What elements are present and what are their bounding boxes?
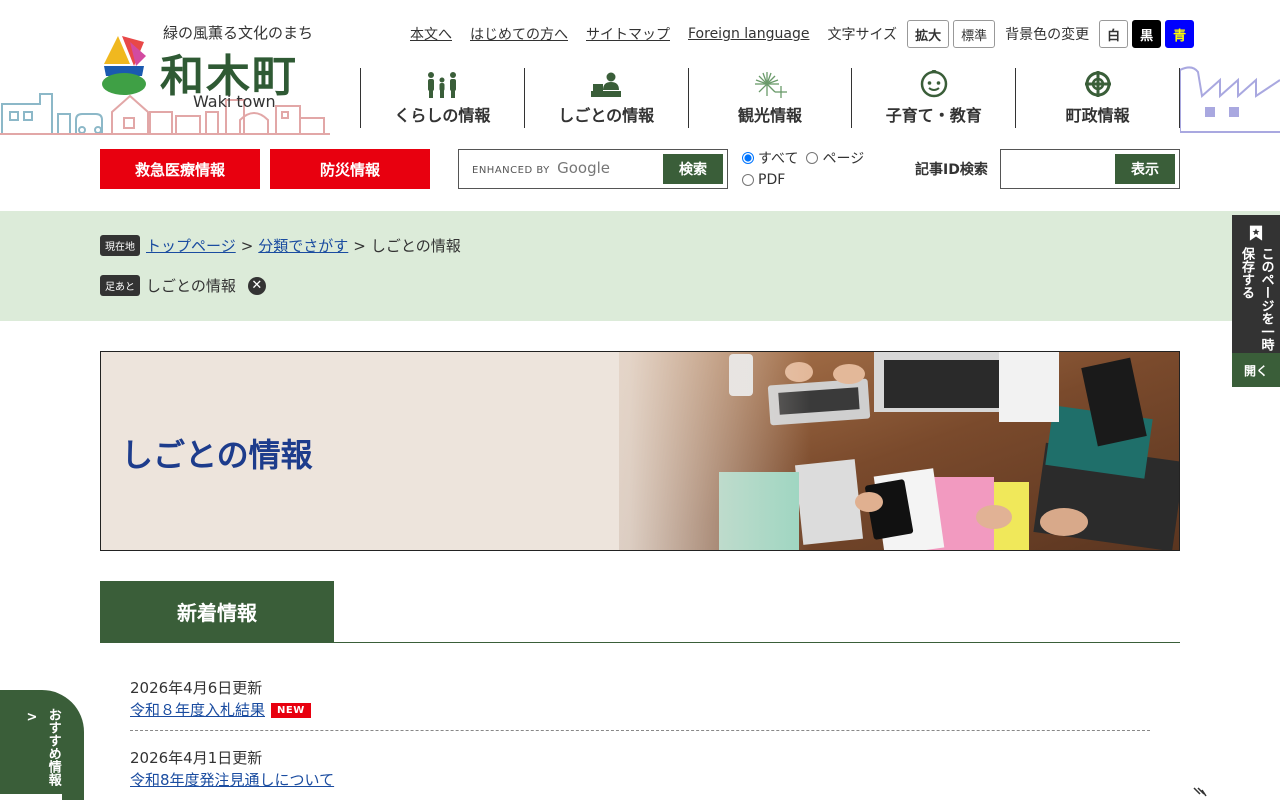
bookmark-panel-tab[interactable]: このページを一時保存する 開く [1232,215,1280,387]
breadcrumb-category-link[interactable]: 分類でさがす [258,235,348,256]
history-item[interactable]: しごとの情報 [146,275,236,296]
bookmark-tab-body: このページを一時保存する [1232,215,1280,353]
first-visit-link[interactable]: はじめての方へ [470,24,568,44]
news-date: 2026年4月6日更新 [130,679,263,697]
article-id-button[interactable]: 表示 [1115,154,1175,184]
news-link[interactable]: 令和８年度入札結果 [130,701,265,719]
utility-bar: 本文へ はじめての方へ サイトマップ Foreign language 文字サイ… [410,20,1198,48]
current-location-tag: 現在地 [100,235,140,256]
history-tag: 足あと [100,275,140,296]
breadcrumb-top-link[interactable]: トップページ [146,235,236,256]
hero-fade [481,352,811,550]
scope-all-radio[interactable] [742,152,754,164]
gnav-living[interactable]: くらしの情報 [360,68,524,128]
close-icon[interactable]: ✕ [247,276,266,295]
chevron-right-icon: > [26,710,38,725]
page-hero: しごとの情報 [100,351,1180,551]
scope-pdf-option[interactable]: PDF [742,172,785,188]
fireworks-icon [754,72,787,98]
bookmark-icon [1249,225,1263,241]
global-nav: くらしの情報 しごとの情報 観光情報 子育て・教育 町政情報 [360,68,1180,128]
disaster-info-button[interactable]: 防災情報 [270,149,430,189]
cursor-icon [1193,787,1207,797]
gnav-tourism-label: 観光情報 [737,106,802,125]
bg-color-label: 背景色の変更 [1005,27,1090,43]
sitemap-link[interactable]: サイトマップ [586,24,670,44]
worker-desk-icon [591,72,622,97]
search-scope: すべて ページ PDF [742,147,872,191]
bg-white-button[interactable]: 白 [1099,20,1129,48]
gnav-childcare[interactable]: 子育て・教育 [851,68,1015,128]
scope-page-radio[interactable] [806,152,819,164]
skip-to-content-link[interactable]: 本文へ [410,24,452,44]
article-id-search: 表示 [1000,149,1180,189]
list-item: 2026年4月1日更新 令和8年度発注見通しについて [130,731,1150,800]
font-size-label: 文字サイズ [827,27,898,43]
emergency-medical-button[interactable]: 救急医療情報 [100,149,260,189]
gnav-work-label: しごとの情報 [558,106,655,125]
font-enlarge-button[interactable]: 拡大 [907,20,950,48]
gnav-government[interactable]: 町政情報 [1015,68,1180,128]
factory-skyline-illustration [1180,66,1280,133]
article-id-label: 記事ID検索 [915,162,988,178]
article-id-input[interactable] [1007,158,1107,180]
site-search: ENHANCED BY Google 検索 [458,149,728,189]
breadcrumb: 現在地 トップページ > 分類でさがす > しごとの情報 [100,235,461,256]
town-emblem-logo [102,36,146,95]
history-trail: 足あと しごとの情報 ✕ [100,275,266,296]
site-name-en: Waki town [193,92,276,111]
bookmark-text: このページを一時保存する [1239,247,1274,352]
breadcrumb-current: しごとの情報 [370,237,461,255]
recommend-tab[interactable]: おすすめ情報 > [0,690,84,800]
news-date: 2026年4月1日更新 [130,749,263,767]
scope-all-option[interactable]: すべて [742,148,798,168]
breadcrumb-separator: > [240,236,254,255]
family-icon [428,72,457,98]
breadcrumb-separator: > [353,236,366,255]
foreign-language-link[interactable]: Foreign language [688,26,809,42]
news-heading: 新着情報 [100,581,334,642]
child-face-icon [920,70,948,98]
new-badge: NEW [271,703,311,718]
gnav-work[interactable]: しごとの情報 [523,68,688,128]
gnav-government-label: 町政情報 [1065,106,1130,125]
list-item: 2026年4月6日更新 令和８年度入札結果 NEW [130,643,1150,731]
scope-page-option[interactable]: ページ [806,148,864,168]
news-section: 新着情報 2026年4月6日更新 令和８年度入札結果 NEW 2026年4月1日更… [100,581,1180,800]
bg-blue-button[interactable]: 青 [1165,20,1195,48]
page-title: しごとの情報 [121,436,313,474]
breadcrumb-band: 現在地 トップページ > 分類でさがす > しごとの情報 足あと しごとの情報 … [0,211,1280,321]
bg-black-button[interactable]: 黒 [1132,20,1162,48]
site-header: 緑の風薫る文化のまち 和木町 Waki town 本文へ はじめての方へ サイト… [0,0,1280,211]
bookmark-open-button[interactable]: 開く [1232,353,1280,387]
gnav-childcare-label: 子育て・教育 [885,106,982,125]
gnav-living-label: くらしの情報 [394,106,491,125]
news-list: 2026年4月6日更新 令和８年度入札結果 NEW 2026年4月1日更新 令和8… [100,643,1180,800]
font-standard-button[interactable]: 標準 [953,20,996,48]
news-link[interactable]: 令和8年度発注見通しについて [130,771,334,789]
recommend-notch [0,794,62,800]
recommend-text: おすすめ情報 > [26,708,61,786]
search-input[interactable] [469,158,664,180]
town-emblem-icon [1084,71,1111,97]
search-button[interactable]: 検索 [663,154,723,184]
gnav-tourism[interactable]: 観光情報 [687,68,852,128]
scope-pdf-radio[interactable] [742,174,754,186]
